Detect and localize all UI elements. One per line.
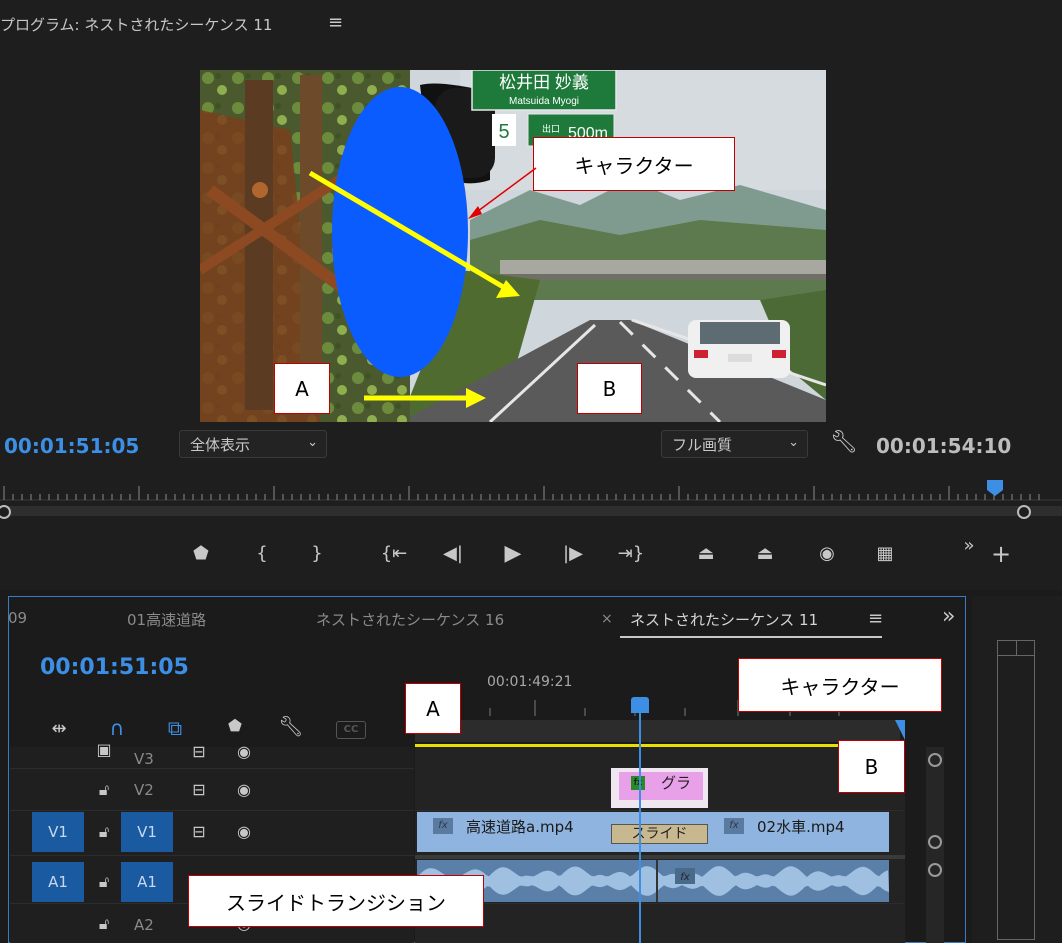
callout-timeline-a: A — [405, 683, 461, 734]
go-to-in-icon[interactable]: {⇤ — [379, 541, 409, 567]
panels-overflow-icon[interactable]: » — [942, 604, 955, 629]
add-button-icon[interactable]: + — [986, 541, 1016, 567]
linked-selection-icon[interactable]: ⧉ — [160, 716, 190, 740]
fx-badge-icon: fx — [631, 776, 645, 790]
callout-timeline-b: B — [838, 740, 905, 793]
track-label-v3: V3 — [134, 750, 154, 768]
step-back-icon[interactable]: ◀| — [438, 541, 468, 567]
track-scrollbar[interactable] — [926, 747, 944, 943]
sign-number: 5 — [498, 121, 509, 143]
tab-close-icon[interactable]: × — [601, 611, 613, 627]
transport-controls: ⬟ { } {⇤ ◀| ▶ |▶ ⇥} ⏏ ⏏ ◉ ▦ » + — [186, 535, 1026, 571]
wrench-icon[interactable]: 🔧︎ — [830, 430, 858, 455]
sign-romaji: Matsuida Myogi — [509, 96, 579, 107]
sign-kanji: 松井田 妙義 — [499, 73, 589, 92]
character-shape — [332, 87, 468, 377]
tab-01-highway[interactable]: 01高速道路 — [127, 609, 206, 630]
eye-icon[interactable]: ◉ — [232, 780, 256, 799]
extract-icon[interactable]: ⏏ — [750, 541, 780, 567]
fx-badge-icon: fx — [680, 872, 690, 883]
lock-icon[interactable]: 🔓︎ — [94, 780, 114, 800]
export-frame-icon[interactable]: ◉ — [812, 541, 842, 567]
timeline-menu-icon[interactable]: ≡ — [868, 608, 883, 629]
callout-monitor-a: A — [274, 363, 330, 414]
zoom-select[interactable]: 全体表示 ⌄ — [179, 430, 327, 458]
clip-highway-a[interactable]: 高速道路a.mp4 — [466, 816, 574, 837]
program-duration-timecode: 00:01:54:10 — [876, 434, 1012, 458]
callout-timeline-character: キャラクター — [738, 658, 942, 712]
track-label-v2: V2 — [134, 781, 154, 799]
timeline-settings-wrench-icon[interactable]: 🔧︎ — [276, 714, 306, 738]
callout-monitor-character: キャラクター — [533, 137, 735, 191]
timeline-ruler-timecode: 00:01:49:21 — [487, 674, 573, 690]
playhead-marker[interactable] — [987, 480, 1003, 496]
graphic-clip-label: グラ — [661, 774, 692, 792]
zoom-handle-right[interactable] — [1017, 505, 1031, 519]
add-marker-icon[interactable]: ⬟ — [220, 716, 250, 735]
captions-icon[interactable]: CC — [336, 721, 366, 739]
eye-icon[interactable]: ◉ — [232, 742, 256, 761]
fx-badge-icon: fx — [724, 818, 744, 834]
audio-meter — [997, 640, 1035, 940]
program-time-ruler[interactable] — [0, 478, 1062, 522]
program-menu-icon[interactable]: ≡ — [328, 12, 343, 33]
program-monitor-title: プログラム: ネストされたシーケンス 11 — [0, 16, 273, 34]
snap-magnet-icon[interactable]: ∩ — [102, 716, 132, 740]
timeline-playhead-line[interactable] — [639, 712, 641, 943]
nest-sequence-icon[interactable]: ⇹ — [44, 718, 74, 739]
zoom-handle-left[interactable] — [0, 505, 11, 519]
zoom-select-value: 全体表示 — [190, 436, 251, 454]
sync-lock-icon[interactable]: ⊟ — [188, 822, 210, 841]
tab-nested-sequence-11[interactable]: ネストされたシーケンス 11 — [630, 609, 818, 630]
tab-nested-sequence-16[interactable]: ネストされたシーケンス 16 — [316, 609, 504, 630]
audio-meter-panel — [972, 596, 1062, 943]
track-target-v1[interactable]: V1 — [121, 812, 173, 852]
play-icon[interactable]: ▶ — [498, 541, 528, 567]
mark-in-icon[interactable]: { — [247, 541, 277, 567]
lock-icon[interactable]: 🔓︎ — [94, 872, 114, 892]
callout-monitor-b: B — [577, 363, 642, 414]
mark-out-icon[interactable]: } — [302, 541, 332, 567]
quality-select[interactable]: フル画質 ⌄ — [661, 430, 808, 458]
source-patch-v1[interactable]: V1 — [32, 812, 84, 852]
comparison-view-icon[interactable]: ▦ — [870, 541, 900, 567]
eye-icon[interactable]: ◉ — [232, 822, 256, 841]
fx-badge-icon: fx — [433, 818, 453, 834]
audio-waveform[interactable]: fx — [417, 860, 889, 902]
program-current-timecode[interactable]: 00:01:51:05 — [4, 434, 139, 458]
tab-09[interactable]: 09 — [8, 609, 27, 627]
source-patch-a1[interactable]: A1 — [32, 862, 84, 902]
lock-icon[interactable]: 🔓︎ — [94, 822, 114, 842]
timeline-playhead-handle[interactable] — [631, 697, 649, 713]
track-label-a2: A2 — [134, 916, 154, 934]
quality-select-value: フル画質 — [672, 436, 733, 454]
go-to-out-icon[interactable]: ⇥} — [616, 541, 646, 567]
lift-icon[interactable]: ⏏ — [691, 541, 721, 567]
marker-icon[interactable]: ⬟ — [186, 541, 216, 567]
timeline-current-timecode[interactable]: 00:01:51:05 — [40, 655, 189, 680]
active-tab-underline — [620, 636, 882, 638]
sync-lock-icon[interactable]: ⊟ — [188, 780, 210, 799]
lock-icon[interactable]: 🔓︎ — [94, 914, 114, 934]
sync-lock-icon[interactable]: ⊟ — [188, 742, 210, 761]
more-icon[interactable]: » — [954, 533, 984, 559]
callout-slide-transition: スライドトランジション — [188, 875, 484, 927]
graphic-clip[interactable]: fx グラ — [611, 768, 708, 808]
slide-transition[interactable]: スライド — [611, 824, 708, 844]
lock-icon[interactable]: ▣ — [94, 740, 114, 759]
step-forward-icon[interactable]: |▶ — [558, 541, 588, 567]
sign-exit: 出口 — [542, 123, 560, 134]
chevron-down-icon: ⌄ — [788, 435, 799, 450]
chevron-down-icon: ⌄ — [307, 435, 318, 450]
track-target-a1[interactable]: A1 — [121, 862, 173, 902]
clip-waterwheel[interactable]: 02水車.mp4 — [757, 816, 845, 837]
